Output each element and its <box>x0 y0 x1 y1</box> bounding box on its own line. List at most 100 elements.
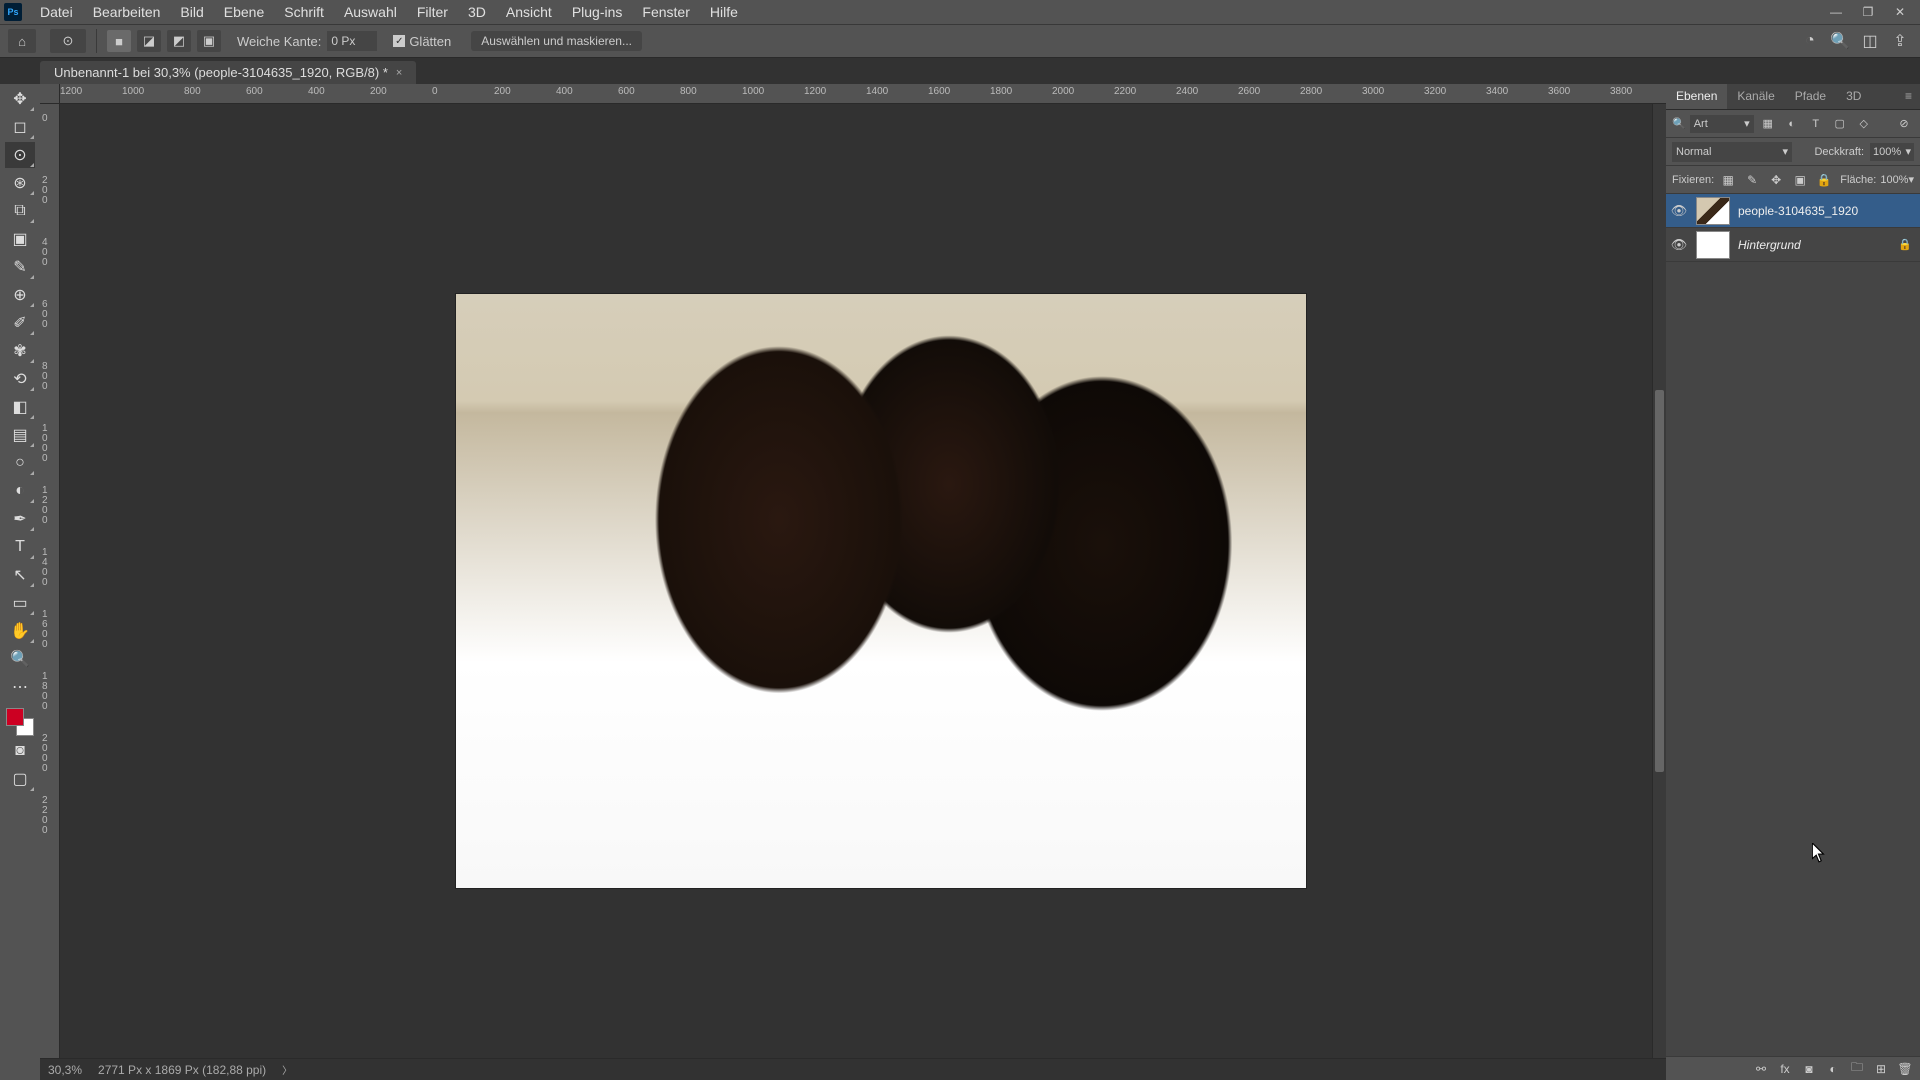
lock-pixels-icon[interactable]: ▦ <box>1718 171 1738 189</box>
document-tab[interactable]: Unbenannt-1 bei 30,3% (people-3104635_19… <box>40 61 416 84</box>
lock-brush-icon[interactable]: ✎ <box>1742 171 1762 189</box>
eyedropper-tool[interactable]: ✎ <box>5 254 35 280</box>
home-button[interactable]: ⌂ <box>8 29 36 53</box>
healing-tool[interactable]: ⊕ <box>5 282 35 308</box>
history-brush-tool[interactable]: ⟲ <box>5 366 35 392</box>
pen-tool[interactable]: ✒ <box>5 506 35 532</box>
scrollbar-thumb[interactable] <box>1655 390 1664 772</box>
delete-layer-icon[interactable]: 🗑 <box>1894 1059 1916 1079</box>
clone-tool[interactable]: ✾ <box>5 338 35 364</box>
frame-tool[interactable]: ▣ <box>5 226 35 252</box>
tool-preset-picker[interactable]: ⊙ <box>50 29 86 53</box>
type-tool[interactable]: T <box>5 534 35 560</box>
filter-shape-icon[interactable]: ▢ <box>1830 115 1850 133</box>
chevron-right-icon[interactable]: 〉 <box>282 1062 292 1077</box>
filter-pixel-icon[interactable]: ▦ <box>1758 115 1778 133</box>
fx-icon[interactable]: fx <box>1774 1059 1796 1079</box>
tab-pfade[interactable]: Pfade <box>1785 84 1836 109</box>
visibility-toggle[interactable]: 👁 <box>1670 203 1688 219</box>
antialias-checkbox[interactable]: ✓ Glätten <box>393 34 451 49</box>
quick-mask-tool[interactable]: ◙ <box>5 738 35 764</box>
path-select-tool[interactable]: ↖ <box>5 562 35 588</box>
lock-position-icon[interactable]: ✥ <box>1766 171 1786 189</box>
menu-ebene[interactable]: Ebene <box>214 4 274 20</box>
filter-toggle[interactable]: ⊘ <box>1894 115 1914 133</box>
brush-tool[interactable]: ✐ <box>5 310 35 336</box>
share-icon[interactable]: ⇪ <box>1888 29 1912 53</box>
canvas[interactable] <box>60 104 1666 1058</box>
ruler-origin[interactable] <box>40 84 60 104</box>
panel-menu-icon[interactable]: ≡ <box>1897 84 1920 109</box>
move-tool[interactable]: ✥ <box>5 86 35 112</box>
window-maximize[interactable]: ❐ <box>1852 0 1884 24</box>
horizontal-ruler[interactable]: 1200100080060040020002004006008001000120… <box>60 84 1666 104</box>
eraser-tool[interactable]: ◧ <box>5 394 35 420</box>
lock-all-icon[interactable]: 🔒 <box>1814 171 1834 189</box>
select-and-mask-button[interactable]: Auswählen und maskieren... <box>471 31 642 51</box>
filter-adjust-icon[interactable]: ◐ <box>1782 115 1802 133</box>
menu-datei[interactable]: Datei <box>30 4 83 20</box>
menu-schrift[interactable]: Schrift <box>274 4 334 20</box>
selection-subtract[interactable]: ◩ <box>167 30 191 52</box>
visibility-toggle[interactable]: 👁 <box>1670 237 1688 253</box>
layer-thumbnail[interactable] <box>1696 231 1730 259</box>
menu-fenster[interactable]: Fenster <box>632 4 699 20</box>
filter-type-icon[interactable]: T <box>1806 115 1826 133</box>
menu-plugins[interactable]: Plug-ins <box>562 4 633 20</box>
new-layer-icon[interactable]: ⊞ <box>1870 1059 1892 1079</box>
marquee-tool[interactable]: ◻ <box>5 114 35 140</box>
lasso-tool[interactable]: ⊙ <box>5 142 35 168</box>
selection-new[interactable]: ■ <box>107 30 131 52</box>
window-minimize[interactable]: — <box>1820 0 1852 24</box>
zoom-tool[interactable]: 🔍 <box>5 646 35 672</box>
filter-smart-icon[interactable]: ◇ <box>1854 115 1874 133</box>
layer-row[interactable]: 👁 Hintergrund 🔒 <box>1666 228 1920 262</box>
hand-tool[interactable]: ✋ <box>5 618 35 644</box>
mask-icon[interactable]: ◙ <box>1798 1059 1820 1079</box>
image-content[interactable] <box>456 294 1306 888</box>
selection-add[interactable]: ◪ <box>137 30 161 52</box>
zoom-level[interactable]: 30,3% <box>48 1063 82 1077</box>
filter-kind-dropdown[interactable]: Art▾ <box>1690 115 1754 133</box>
dodge-tool[interactable]: ◐ <box>5 478 35 504</box>
tab-ebenen[interactable]: Ebenen <box>1666 84 1727 109</box>
window-close[interactable]: ✕ <box>1884 0 1916 24</box>
tab-kanaele[interactable]: Kanäle <box>1727 84 1784 109</box>
screen-mode-tool[interactable]: ▢ <box>5 766 35 792</box>
blend-mode-dropdown[interactable]: Normal▾ <box>1672 142 1792 162</box>
more-tools[interactable]: ⋯ <box>5 674 35 700</box>
layer-row[interactable]: 👁 people-3104635_1920 <box>1666 194 1920 228</box>
lock-artboard-icon[interactable]: ▣ <box>1790 171 1810 189</box>
vertical-ruler[interactable]: 0200400600800100012001400160018002000220… <box>40 104 60 1058</box>
cloud-icon[interactable]: ◔ <box>1798 29 1822 53</box>
layer-name[interactable]: Hintergrund <box>1738 238 1801 252</box>
crop-tool[interactable]: ⧉ <box>5 198 35 224</box>
document-info[interactable]: 2771 Px x 1869 Px (182,88 ppi) <box>98 1063 266 1077</box>
color-swatch[interactable] <box>6 708 34 736</box>
gradient-tool[interactable]: ▤ <box>5 422 35 448</box>
group-icon[interactable]: 🗀 <box>1846 1059 1868 1079</box>
lock-icon[interactable]: 🔒 <box>1898 238 1916 251</box>
menu-filter[interactable]: Filter <box>407 4 458 20</box>
foreground-color[interactable] <box>6 708 24 726</box>
menu-hilfe[interactable]: Hilfe <box>700 4 748 20</box>
menu-bild[interactable]: Bild <box>170 4 213 20</box>
tab-3d[interactable]: 3D <box>1836 84 1871 109</box>
vertical-scrollbar[interactable] <box>1652 104 1666 1058</box>
adjustment-icon[interactable]: ◐ <box>1822 1059 1844 1079</box>
selection-intersect[interactable]: ▣ <box>197 30 221 52</box>
menu-3d[interactable]: 3D <box>458 4 496 20</box>
menu-bearbeiten[interactable]: Bearbeiten <box>83 4 171 20</box>
search-icon[interactable]: 🔍 <box>1828 29 1852 53</box>
menu-auswahl[interactable]: Auswahl <box>334 4 407 20</box>
layer-search[interactable]: 🔍 Art▾ <box>1672 115 1754 133</box>
quick-select-tool[interactable]: ⊛ <box>5 170 35 196</box>
fill-field[interactable]: 100%▾ <box>1880 173 1914 186</box>
feather-field[interactable]: 0 Px <box>327 31 377 51</box>
close-icon[interactable]: × <box>396 67 402 79</box>
layer-name[interactable]: people-3104635_1920 <box>1738 204 1858 218</box>
link-layers-icon[interactable]: ⚯ <box>1750 1059 1772 1079</box>
layer-thumbnail[interactable] <box>1696 197 1730 225</box>
rectangle-tool[interactable]: ▭ <box>5 590 35 616</box>
menu-ansicht[interactable]: Ansicht <box>496 4 562 20</box>
